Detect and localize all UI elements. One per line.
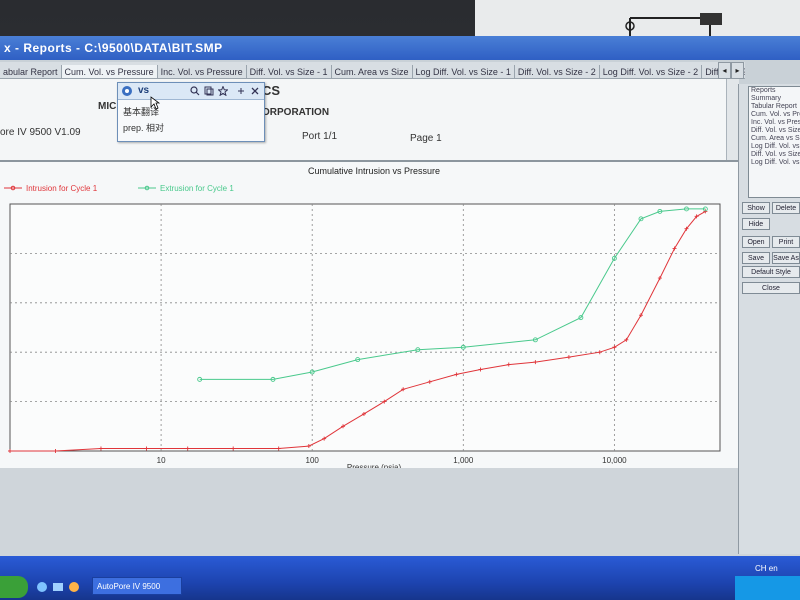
list-item[interactable]: Diff. Vol. vs Size (749, 127, 800, 135)
x-tick-label: 10,000 (602, 456, 627, 465)
company-name-prefix: MIC (98, 101, 117, 112)
tab-diff-vol-vs-size-1[interactable]: Diff. Vol. vs Size - 1 (247, 65, 332, 78)
page-label: Page 1 (410, 133, 442, 144)
reports-listbox[interactable]: Reports Summary Tabular Report Cum. Vol.… (748, 86, 800, 198)
port-label: Port 1/1 (302, 131, 338, 142)
tab-diff-vol-vs-size-2[interactable]: Diff. Vol. vs Size - 2 (515, 65, 600, 78)
print-button[interactable]: Print (772, 236, 800, 248)
list-item[interactable]: Cum. Vol. vs Pres (749, 111, 800, 119)
x-tick-label: 10 (157, 456, 166, 465)
popup-toolbar: vs (118, 83, 264, 100)
taskbar: AutoPore IV 9500 CH en (0, 556, 800, 600)
tab-scroll-left-button[interactable]: ◂ (718, 62, 731, 79)
close-icon[interactable] (250, 86, 260, 96)
language-indicator[interactable]: CH en (755, 564, 778, 573)
hide-button[interactable]: Hide (742, 218, 770, 230)
chart-title: Cumulative Intrusion vs Pressure (308, 166, 440, 176)
dictionary-logo-icon (122, 86, 132, 96)
list-item[interactable]: Cum. Area vs Size (749, 135, 800, 143)
save-as-button[interactable]: Save As (772, 252, 800, 264)
tab-log-diff-vol-vs-size-2[interactable]: Log Diff. Vol. vs Size - 2 (600, 65, 703, 78)
list-item[interactable]: Log Diff. Vol. vs (749, 143, 800, 151)
legend-label: Extrusion for Cycle 1 (160, 184, 234, 193)
delete-button[interactable]: Delete (772, 202, 800, 214)
list-item[interactable]: Diff. Vol. vs Size (749, 151, 800, 159)
tab-cum-vol-vs-pressure[interactable]: Cum. Vol. vs Pressure (61, 65, 158, 78)
quick-launch-desktop-icon[interactable] (52, 581, 64, 593)
show-button[interactable]: Show (742, 202, 770, 214)
star-icon[interactable] (218, 86, 228, 96)
default-style-button[interactable]: Default Style (742, 266, 800, 278)
tab-tabular-report[interactable]: abular Report (0, 65, 62, 78)
mouse-cursor-icon (150, 96, 160, 110)
quick-launch-ie-icon[interactable] (36, 581, 48, 593)
software-version: ore IV 9500 V1.09 (0, 127, 81, 138)
window-title: x - Reports - C:\9500\DATA\BIT.SMP (0, 36, 800, 60)
translation-text: prep. 相对 (123, 123, 165, 133)
corporation-label: ORPORATION (262, 107, 330, 118)
translation-popup: vs 基本翻译 prep. 相对 (117, 82, 265, 142)
report-tab-strip: abular Report Cum. Vol. vs Pressure Inc. V… (0, 62, 745, 79)
legend-label: Intrusion for Cycle 1 (26, 184, 98, 193)
quick-launch-media-icon[interactable] (68, 581, 80, 593)
list-item[interactable]: Inc. Vol. vs Pres (749, 119, 800, 127)
list-item[interactable]: Tabular Report (749, 103, 800, 111)
tab-inc-vol-vs-pressure[interactable]: Inc. Vol. vs Pressure (158, 65, 247, 78)
list-item[interactable]: Reports (749, 87, 800, 95)
chart-panel: 10 100 1,000 10,000 Cumulative Intrusion vs … (0, 160, 738, 472)
x-tick-label: 1,000 (453, 456, 474, 465)
copy-icon[interactable] (204, 86, 214, 96)
pin-icon[interactable] (236, 86, 246, 96)
taskbar-app-button[interactable]: AutoPore IV 9500 (92, 577, 182, 595)
tab-log-diff-vol-vs-size-1[interactable]: Log Diff. Vol. vs Size - 1 (413, 65, 515, 78)
start-button[interactable] (0, 576, 28, 598)
list-item[interactable]: Summary (749, 95, 800, 103)
system-tray: CH en (735, 564, 800, 600)
lookup-word: vs (138, 85, 150, 96)
x-tick-label: 100 (306, 456, 320, 465)
tab-cum-area-vs-size[interactable]: Cum. Area vs Size (332, 65, 413, 78)
open-button[interactable]: Open (742, 236, 770, 248)
tab-scroll-right-button[interactable]: ▸ (731, 62, 744, 79)
search-icon[interactable] (190, 86, 200, 96)
save-button[interactable]: Save (742, 252, 770, 264)
close-button[interactable]: Close (742, 282, 800, 294)
list-item[interactable]: Log Diff. Vol. vs (749, 159, 800, 167)
cumulative-intrusion-chart: 10 100 1,000 10,000 Cumulative Intrusion vs … (4, 166, 721, 472)
